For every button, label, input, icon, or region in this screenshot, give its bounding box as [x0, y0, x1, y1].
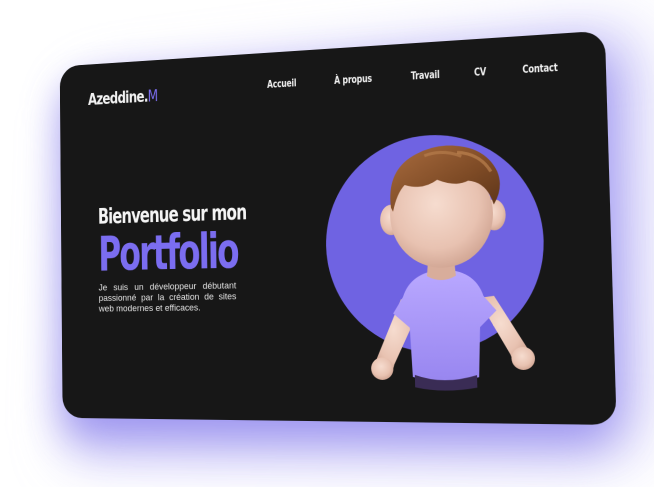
- hero-text: Bienvenue sur mon Portfolio Je suis un d…: [98, 201, 247, 324]
- nav-item-contact[interactable]: Contact: [522, 61, 558, 77]
- portfolio-card: Azeddine.M Accueil À propus Travail CV C…: [59, 30, 617, 425]
- logo-text: Azeddine.: [87, 87, 148, 110]
- logo-accent: M: [147, 86, 158, 107]
- hero-headline-line2: Portfolio: [98, 222, 239, 282]
- nav-item-a-propos[interactable]: À propus: [334, 72, 372, 87]
- avatar-icon: [370, 143, 536, 391]
- nav-item-accueil[interactable]: Accueil: [267, 76, 296, 90]
- avatar-shirt: [392, 268, 499, 382]
- nav-item-cv[interactable]: CV: [474, 65, 486, 79]
- site-logo[interactable]: Azeddine.M: [88, 87, 158, 110]
- stage: Azeddine.M Accueil À propus Travail CV C…: [0, 0, 654, 487]
- nav-item-travail[interactable]: Travail: [411, 68, 440, 83]
- avatar-right-hand: [511, 346, 536, 371]
- hero-description: Je suis un développeur débutant passionn…: [98, 280, 237, 314]
- main-nav: Accueil À propus Travail CV Contact: [237, 60, 565, 92]
